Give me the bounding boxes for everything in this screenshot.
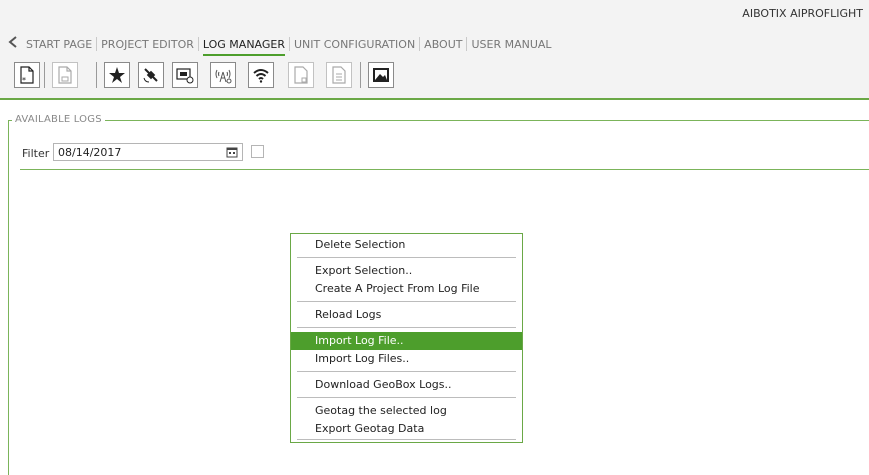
document-button[interactable] (326, 62, 352, 88)
menu-download-geobox-logs[interactable]: Download GeoBox Logs.. (291, 376, 522, 394)
toolbar-separator (44, 62, 45, 88)
nav-log-manager[interactable]: LOG MANAGER (199, 38, 289, 57)
star-button[interactable] (104, 62, 130, 88)
filter-label: Filter (22, 147, 50, 160)
menu-export-geotag-data[interactable]: Export Geotag Data (291, 420, 522, 438)
gps-monitor-icon (176, 68, 194, 84)
file-copy-disabled-icon (294, 66, 308, 84)
document-disabled-icon (332, 66, 346, 84)
menu-separator (297, 257, 516, 258)
file-button[interactable] (52, 62, 78, 88)
toolbar-separator (96, 62, 97, 88)
menu-separator (297, 327, 516, 328)
star-icon (109, 67, 125, 83)
menu-separator (297, 371, 516, 372)
filter-date-input[interactable]: 08/14/2017 (53, 143, 243, 161)
menu-create-project-from-log[interactable]: Create A Project From Log File (291, 280, 522, 298)
nav-user-manual[interactable]: USER MANUAL (467, 38, 555, 51)
new-file-icon: * (20, 66, 34, 84)
satellite-button[interactable] (138, 62, 164, 88)
antenna-icon (215, 69, 232, 84)
menu-reload-logs[interactable]: Reload Logs (291, 306, 522, 324)
menu-import-log-files[interactable]: Import Log Files.. (291, 350, 522, 368)
file-copy-button[interactable] (288, 62, 314, 88)
main-navigation: START PAGE PROJECT EDITOR LOG MANAGER UN… (0, 28, 869, 57)
wifi-icon (253, 69, 269, 83)
menu-geotag-selected-log[interactable]: Geotag the selected log (291, 402, 522, 420)
gps-monitor-button[interactable] (172, 62, 198, 88)
nav-start-page[interactable]: START PAGE (22, 38, 96, 51)
filter-date-value: 08/14/2017 (58, 146, 122, 159)
menu-import-log-file[interactable]: Import Log File.. (291, 332, 522, 350)
available-logs-label: AVAILABLE LOGS (12, 114, 105, 125)
filter-checkbox[interactable] (251, 145, 264, 158)
menu-separator (297, 439, 516, 440)
file-disabled-icon (58, 66, 72, 84)
image-button[interactable] (368, 62, 394, 88)
menu-separator (297, 301, 516, 302)
calendar-icon[interactable] (226, 146, 238, 158)
log-context-menu: Delete Selection Export Selection.. Crea… (290, 233, 523, 443)
nav-about[interactable]: ABOUT (420, 38, 466, 51)
menu-delete-selection[interactable]: Delete Selection (291, 236, 522, 254)
new-file-button[interactable]: * (14, 62, 40, 88)
menu-separator (297, 397, 516, 398)
app-title-bar: AIBOTIX AIPROFLIGHT (0, 0, 869, 28)
wifi-button[interactable] (248, 62, 274, 88)
toolbar-separator (360, 62, 361, 88)
satellite-icon (143, 68, 158, 83)
nav-project-editor[interactable]: PROJECT EDITOR (97, 38, 198, 51)
image-icon (373, 68, 389, 82)
nav-unit-configuration[interactable]: UNIT CONFIGURATION (290, 38, 419, 51)
app-title: AIBOTIX AIPROFLIGHT (742, 7, 863, 20)
antenna-button[interactable] (210, 62, 236, 88)
toolbar: * (0, 56, 869, 100)
svg-text:*: * (22, 76, 26, 84)
back-chevron-icon[interactable] (8, 36, 18, 48)
filter-divider (20, 169, 869, 170)
menu-export-selection[interactable]: Export Selection.. (291, 262, 522, 280)
